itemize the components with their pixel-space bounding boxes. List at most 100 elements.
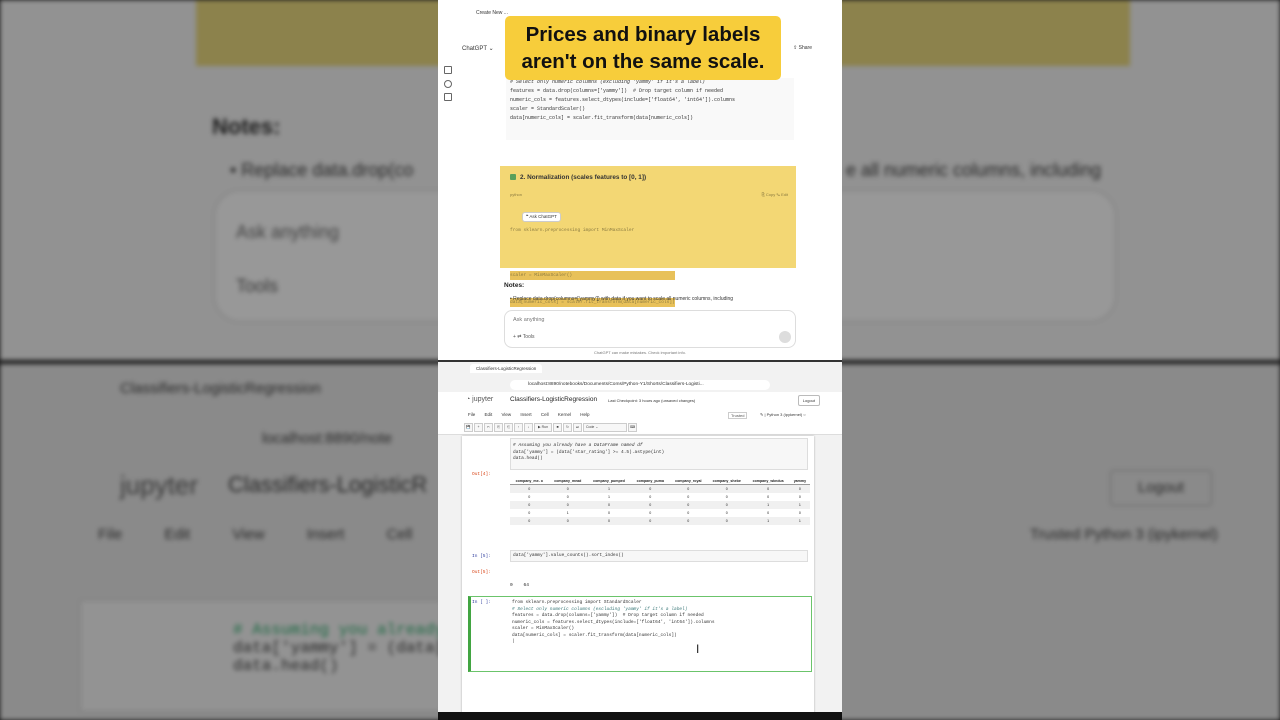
table-row: 00100000 (510, 484, 810, 493)
cut-icon[interactable]: ✂ (484, 423, 493, 432)
code-cell[interactable]: data['yammy'].value_counts().sort_index(… (510, 550, 808, 562)
table-cell: 0 (548, 517, 587, 525)
bg-code-line: data['yammy'] = (data[ (233, 639, 445, 657)
table-cell: 0 (687, 495, 690, 499)
toolbar: 💾 + ✂ ⎘ ⎗ ↑ ↓ ▶ Run ■ ↻ ⏭ Code ⌄ ⌨ (464, 423, 664, 432)
notebook-title[interactable]: Classifiers-LogisticRegression (510, 396, 597, 403)
disclaimer: ChatGPT can make mistakes. Check importa… (594, 350, 686, 355)
table-cell: 1 (566, 511, 569, 515)
center-panel: Create New ... ChatGPT ⌄ ⇪ Share # Selec… (438, 0, 842, 720)
bg-kernel: Trusted Python 3 (ipykernel) (1030, 526, 1218, 543)
language-label: python (510, 192, 523, 197)
table-row: 00100000 (510, 493, 810, 501)
table-row: 00000011 (510, 501, 810, 509)
trusted-badge[interactable]: Trusted (728, 412, 748, 419)
code-cell[interactable]: # Assuming you already have a DataFrame … (510, 438, 808, 470)
normalization-code: from sklearn.preprocessing import MinMax… (510, 208, 675, 325)
code-line: scaler = StandardScaler() (510, 106, 586, 112)
table-cell: 0 (528, 495, 531, 499)
bg-ask-placeholder: Ask anything (236, 222, 340, 242)
table-cell: 0 (630, 501, 670, 509)
bg-tab: Classifiers-LogisticRegression (120, 380, 321, 397)
table-cell: 0 (630, 517, 670, 525)
bg-notebook-title: Classifiers-LogisticR (228, 472, 428, 497)
normalization-heading: 2. Normalization (scales features to [0,… (510, 174, 646, 181)
table-row: 00000011 (510, 517, 810, 525)
checkpoint-status: Last Checkpoint: 3 hours ago (unsaved ch… (608, 398, 696, 403)
table-cell: 0 (669, 484, 707, 493)
in-prompt: In [5]: (472, 554, 491, 559)
table-cell: 0 (767, 495, 770, 499)
out-prompt: Out[4]: (472, 472, 491, 477)
tools-button[interactable]: + ⇄ Tools (513, 334, 534, 340)
jupyter-header: ◔ jupyter Classifiers-LogisticRegression… (438, 392, 842, 435)
save-icon[interactable]: 💾 (464, 423, 473, 432)
run-button[interactable]: ▶ Run (534, 423, 552, 432)
bottom-bar (438, 712, 842, 720)
paste-icon[interactable]: ⎗ (504, 423, 513, 432)
table-cell: 0 (548, 501, 587, 509)
new-chat-icon[interactable] (444, 66, 452, 74)
table-cell: 0 (607, 511, 610, 515)
ask-chatgpt-button[interactable]: ❝ Ask ChatGPT (522, 212, 561, 222)
output-line: 0 64 (510, 583, 529, 588)
restart-run-icon[interactable]: ⏭ (573, 423, 582, 432)
table-cell: 0 (510, 501, 549, 509)
model-selector[interactable]: ChatGPT ⌄ (462, 45, 494, 52)
bg-notes-heading: Notes: (212, 114, 281, 139)
voice-button[interactable] (779, 331, 791, 343)
bg-code-cell: # Assuming you already data['yammy'] = (… (80, 600, 445, 712)
library-icon[interactable] (444, 93, 452, 101)
table-cell: 1 (746, 517, 790, 525)
normalization-title: 2. Normalization (scales features to [0,… (520, 174, 647, 181)
table-cell: 0 (586, 501, 631, 509)
jupyter-logo[interactable]: ◔ jupyter (466, 396, 493, 403)
copy-icon[interactable]: ⎘ (494, 423, 503, 432)
bg-bullet: • Replace data.drop(co (230, 160, 414, 180)
logout-button[interactable]: Logout (797, 395, 820, 406)
table-cell: 1 (746, 501, 790, 509)
bg-tools: Tools (236, 276, 279, 296)
table-cell: 0 (767, 511, 770, 515)
restart-icon[interactable]: ↻ (563, 423, 572, 432)
cell-type-select[interactable]: Code ⌄ (583, 423, 627, 432)
active-code-cell[interactable]: from sklearn.preprocessing import Standa… (510, 598, 806, 664)
move-up-icon[interactable]: ↑ (514, 423, 523, 432)
share-button[interactable]: ⇪ Share (793, 45, 812, 51)
ask-placeholder[interactable]: Ask anything (513, 317, 545, 323)
table-cell: 0 (798, 511, 801, 515)
table-cell: 0 (510, 517, 549, 525)
search-icon[interactable] (444, 80, 452, 88)
kernel-indicator[interactable]: ✎ | Python 3 (ipykernel) ○ (760, 412, 806, 417)
stop-icon[interactable]: ■ (553, 423, 562, 432)
copy-edit-buttons[interactable]: ⎘ Copy ✎ Edit (762, 192, 788, 197)
ask-input-box[interactable]: Ask anything + ⇄ Tools (504, 310, 796, 348)
code-line: data[numeric_cols] = scaler.fit_transfor… (510, 115, 694, 121)
jupyter-tab[interactable]: Classifiers-LogisticRegression (470, 364, 543, 373)
notes-heading: Notes: (504, 282, 525, 289)
table-cell: 0 (669, 517, 707, 525)
notes-bullet: • Replace data.drop(columns=['yammy']) w… (510, 296, 734, 302)
add-cell-icon[interactable]: + (474, 423, 483, 432)
move-down-icon[interactable]: ↓ (524, 423, 533, 432)
table-cell: 1 (607, 495, 610, 499)
table-cell: 0 (630, 484, 670, 493)
checkbox-icon (510, 174, 516, 180)
table-cell: 1 (586, 484, 631, 493)
in-prompt: In [ ]: (472, 600, 491, 605)
caption-text: Prices and binary labels aren't on the sa… (505, 16, 781, 75)
table-row: 0 1 0 0 0 0 0 0 (510, 509, 810, 517)
table-cell: 0 (528, 511, 531, 515)
code-line: data['yammy'].value_counts().sort_index(… (513, 553, 624, 558)
caption-line: aren't on the same scale. (521, 50, 765, 73)
url-bar[interactable]: localhost:8890/notebooks/Documents/Coms/… (510, 380, 770, 390)
dataframe-table: company_me- o company_mead company_pumpe… (510, 478, 810, 525)
table-cell: 0 (669, 501, 707, 509)
menu-bar[interactable]: File Edit View Insert Cell Kernel Help (468, 412, 589, 417)
keyboard-icon[interactable]: ⌨ (628, 423, 637, 432)
table-cell: 0 (706, 501, 747, 509)
table-cell: 0 (746, 484, 790, 493)
bg-menu: File Edit View Insert Cell K (98, 526, 465, 543)
table-cell: 0 (548, 484, 587, 493)
bg-code-line: # Assuming you already (233, 621, 445, 639)
